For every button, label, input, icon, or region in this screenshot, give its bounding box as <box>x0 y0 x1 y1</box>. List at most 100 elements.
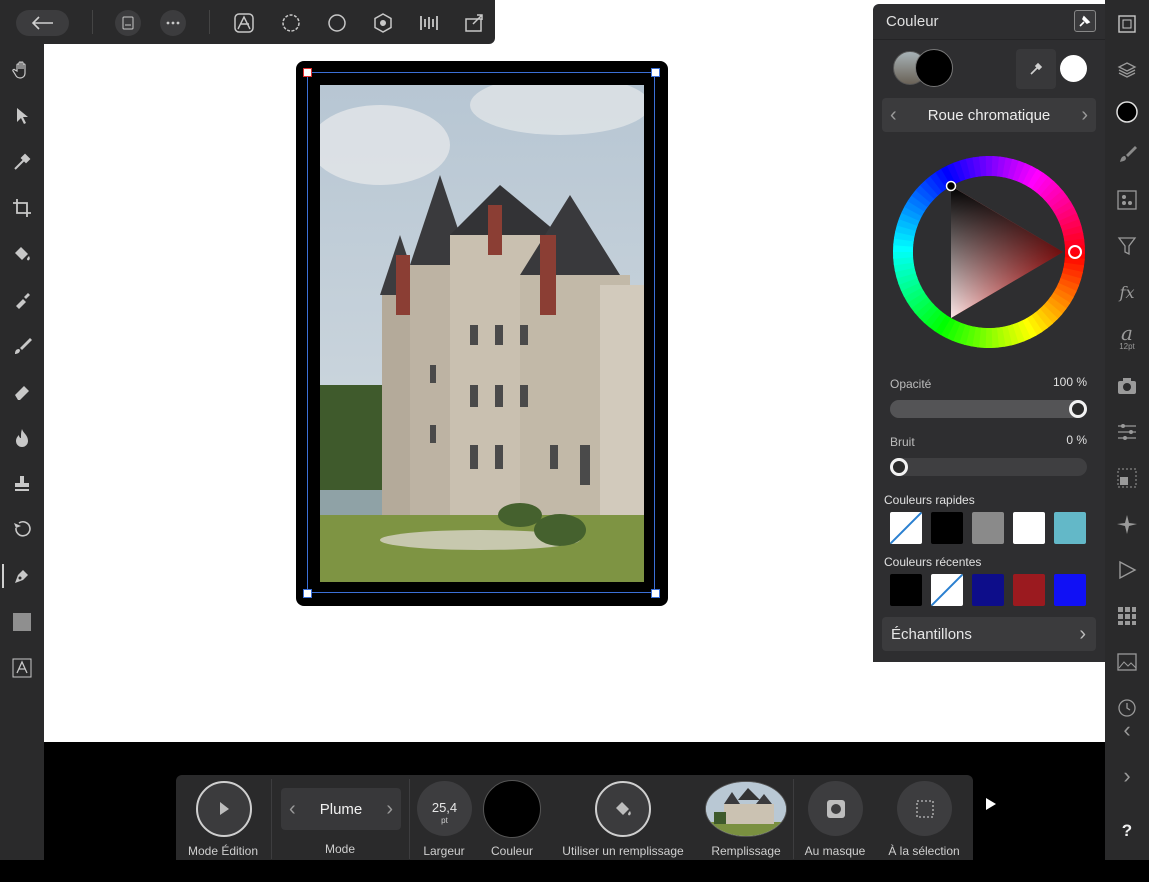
color-picker-button[interactable] <box>1016 49 1056 89</box>
color-icon <box>1116 101 1138 123</box>
swatches-button-strip[interactable] <box>1113 602 1141 630</box>
color-model-selector[interactable]: ‹ Roue chromatique › <box>882 98 1096 132</box>
brushes-button[interactable] <box>1113 140 1141 168</box>
picked-color-swatch[interactable] <box>1060 55 1087 82</box>
rectangle-icon <box>13 613 31 631</box>
develop-persona-button[interactable] <box>323 9 351 37</box>
color-button[interactable] <box>1113 98 1141 126</box>
triangle-handle[interactable] <box>945 180 957 192</box>
healing-brush-tool[interactable] <box>8 516 36 544</box>
redo-button[interactable]: › <box>1113 762 1141 790</box>
move-tool[interactable] <box>8 102 36 130</box>
opacity-slider[interactable] <box>890 400 1087 418</box>
color-wheel[interactable] <box>892 155 1086 349</box>
recent-color-swatch-5[interactable] <box>1054 574 1086 606</box>
liquify-persona-button[interactable] <box>277 9 305 37</box>
pen-tool[interactable] <box>2 562 36 590</box>
pin-panel-button[interactable] <box>1074 10 1096 32</box>
stroke-width-value: 25,4 <box>431 800 458 815</box>
marquee-icon <box>915 799 934 818</box>
transform-button[interactable] <box>1113 464 1141 492</box>
recent-color-swatch-4[interactable] <box>1013 574 1045 606</box>
erase-brush-tool[interactable] <box>8 378 36 406</box>
stamp-icon <box>15 476 29 491</box>
crop-tool[interactable] <box>8 194 36 222</box>
color-panel: Couleur ‹ Roue chromatique › Opacité 100… <box>873 4 1105 662</box>
clone-tool[interactable] <box>8 470 36 498</box>
color-picker-tool[interactable] <box>8 148 36 176</box>
document-button[interactable] <box>115 10 141 36</box>
edit-mode-button[interactable] <box>196 781 252 837</box>
context-toolbar-expand-button[interactable] <box>985 797 999 815</box>
filters-button[interactable] <box>1113 232 1141 260</box>
histogram-button[interactable] <box>1113 648 1141 676</box>
help-button[interactable]: ? <box>1113 817 1141 845</box>
undo-button[interactable]: ‹ <box>1113 716 1141 744</box>
channels-button[interactable] <box>1113 186 1141 214</box>
selection-bounding-box[interactable] <box>307 72 655 593</box>
noise-slider[interactable] <box>890 458 1087 476</box>
quick-color-swatch-none[interactable] <box>890 512 922 544</box>
fill-color-swatch[interactable] <box>915 49 953 87</box>
noise-slider-knob[interactable] <box>890 458 908 476</box>
to-mask-button[interactable] <box>808 781 863 836</box>
swatches-label: Échantillons <box>891 626 972 643</box>
crop-icon <box>13 199 31 217</box>
flame-icon <box>16 429 28 447</box>
text-styles-button[interactable]: a 12pt <box>1113 320 1141 356</box>
text-tool[interactable] <box>8 654 36 682</box>
chevron-right-icon[interactable]: › <box>1081 104 1088 127</box>
effects-button[interactable]: fx <box>1113 278 1141 306</box>
more-button[interactable] <box>160 10 186 36</box>
more-icon <box>166 21 180 25</box>
photo-persona-icon <box>234 13 254 33</box>
paint-brush-tool[interactable] <box>8 332 36 360</box>
hand-tool[interactable] <box>8 56 36 84</box>
help-icon: ? <box>1121 821 1133 840</box>
rectangle-tool[interactable] <box>8 608 36 636</box>
text-frame-icon <box>12 658 32 678</box>
chevron-right-icon[interactable]: › <box>386 798 393 821</box>
tone-mapping-persona-button[interactable] <box>369 9 397 37</box>
share-button[interactable] <box>460 9 488 37</box>
navigator-button[interactable] <box>1113 10 1141 38</box>
play-outline-icon <box>1119 560 1137 580</box>
filter-funnel-icon <box>1117 237 1137 256</box>
stroke-color-button[interactable] <box>483 780 541 838</box>
healing-icon <box>14 520 31 537</box>
stroke-width-control[interactable]: 25,4 pt <box>417 781 472 836</box>
use-fill-button[interactable] <box>595 781 651 837</box>
macro-button[interactable] <box>1113 556 1141 584</box>
panel-title: Couleur <box>886 13 939 30</box>
top-toolbar <box>0 0 495 44</box>
back-button[interactable] <box>16 10 69 36</box>
quick-color-swatch-3[interactable] <box>972 512 1004 544</box>
layers-button[interactable] <box>1113 56 1141 84</box>
selection-handle-bottom-right[interactable] <box>651 589 660 598</box>
quick-color-swatch-5[interactable] <box>1054 512 1086 544</box>
quick-color-swatch-2[interactable] <box>931 512 963 544</box>
selection-handle-bottom-left[interactable] <box>303 589 312 598</box>
navigator-star-button[interactable] <box>1113 510 1141 538</box>
burn-tool[interactable] <box>8 424 36 452</box>
export-persona-button[interactable] <box>415 9 443 37</box>
quick-color-swatch-4[interactable] <box>1013 512 1045 544</box>
selection-handle-top-right[interactable] <box>651 68 660 77</box>
recent-color-swatch-1[interactable] <box>890 574 922 606</box>
recent-color-swatch-none[interactable] <box>931 574 963 606</box>
flood-fill-tool[interactable] <box>8 240 36 268</box>
photo-persona-button[interactable] <box>230 9 258 37</box>
opacity-slider-knob[interactable] <box>1069 400 1087 418</box>
chevron-left-icon: ‹ <box>1123 717 1131 742</box>
selection-brush-tool[interactable] <box>8 286 36 314</box>
adjustments-button[interactable] <box>1113 418 1141 446</box>
channels-icon <box>1117 190 1137 210</box>
fill-thumbnail-button[interactable] <box>705 781 787 837</box>
pen-mode-selector[interactable]: ‹ Plume › <box>281 788 401 830</box>
stock-button[interactable] <box>1113 372 1141 400</box>
stroke-width-unit: pt <box>441 816 448 825</box>
to-selection-button[interactable] <box>897 781 952 836</box>
swatches-button[interactable]: Échantillons › <box>882 617 1096 651</box>
recent-color-swatch-3[interactable] <box>972 574 1004 606</box>
selection-handle-top-left[interactable] <box>303 68 312 77</box>
